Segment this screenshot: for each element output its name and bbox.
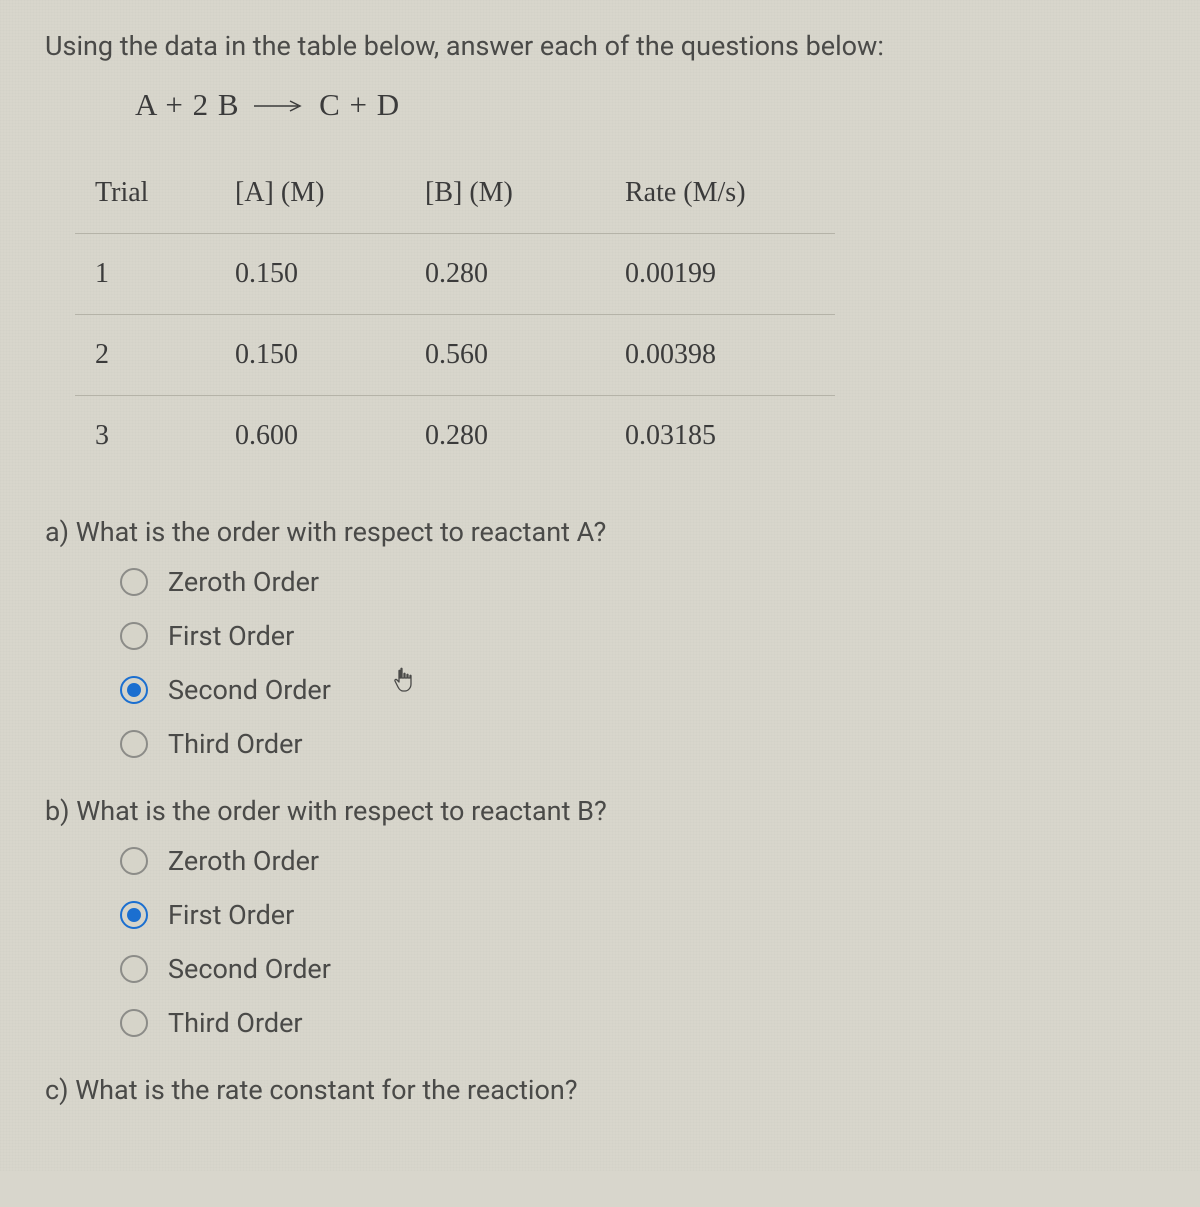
option-zeroth-order[interactable]: Zeroth Order <box>120 845 1155 877</box>
table-cell: 3 <box>75 396 225 477</box>
radio-icon <box>120 730 148 758</box>
question-b: b) What is the order with respect to rea… <box>45 795 1155 1039</box>
radio-icon <box>120 847 148 875</box>
question-b-text: b) What is the order with respect to rea… <box>45 795 1155 827</box>
table-row: 2 0.150 0.560 0.00398 <box>75 315 835 396</box>
option-second-order[interactable]: Second Order <box>120 953 1155 985</box>
option-second-order[interactable]: Second Order <box>120 674 1155 706</box>
option-zeroth-order[interactable]: Zeroth Order <box>120 566 1155 598</box>
table-header: [B] (M) <box>415 153 615 234</box>
table-cell: 0.00398 <box>615 315 835 396</box>
radio-icon <box>120 1009 148 1037</box>
table-cell: 0.03185 <box>615 396 835 477</box>
question-a-text: a) What is the order with respect to rea… <box>45 516 1155 548</box>
table-header-row: Trial [A] (M) [B] (M) Rate (M/s) <box>75 153 835 234</box>
option-third-order[interactable]: Third Order <box>120 728 1155 760</box>
arrow-icon <box>254 84 304 120</box>
radio-icon <box>120 676 148 704</box>
question-c-text: c) What is the rate constant for the rea… <box>45 1074 1155 1106</box>
table-cell: 0.00199 <box>615 234 835 315</box>
table-cell: 0.150 <box>225 234 415 315</box>
table-header: Trial <box>75 153 225 234</box>
radio-icon <box>120 901 148 929</box>
radio-icon <box>120 568 148 596</box>
question-a-options: Zeroth Order First Order Second Order Th… <box>120 566 1155 760</box>
table-cell: 0.600 <box>225 396 415 477</box>
equation-rhs: C + D <box>319 87 400 122</box>
option-label: First Order <box>168 620 294 652</box>
reaction-equation: A + 2 B C + D <box>135 87 1155 123</box>
question-a: a) What is the order with respect to rea… <box>45 516 1155 760</box>
table-cell: 0.280 <box>415 234 615 315</box>
radio-icon <box>120 622 148 650</box>
option-label: Third Order <box>168 728 303 760</box>
question-page: Using the data in the table below, answe… <box>0 0 1200 1171</box>
table-cell: 2 <box>75 315 225 396</box>
option-first-order[interactable]: First Order <box>120 899 1155 931</box>
option-first-order[interactable]: First Order <box>120 620 1155 652</box>
data-table: Trial [A] (M) [B] (M) Rate (M/s) 1 0.150… <box>75 153 835 476</box>
option-label: Zeroth Order <box>168 845 319 877</box>
option-third-order[interactable]: Third Order <box>120 1007 1155 1039</box>
question-c: c) What is the rate constant for the rea… <box>45 1074 1155 1106</box>
equation-lhs: A + 2 B <box>135 87 240 122</box>
table-row: 3 0.600 0.280 0.03185 <box>75 396 835 477</box>
option-label: Third Order <box>168 1007 303 1039</box>
table-row: 1 0.150 0.280 0.00199 <box>75 234 835 315</box>
table-cell: 0.560 <box>415 315 615 396</box>
intro-text: Using the data in the table below, answe… <box>45 30 1155 62</box>
table-cell: 0.150 <box>225 315 415 396</box>
table-header: [A] (M) <box>225 153 415 234</box>
question-b-options: Zeroth Order First Order Second Order Th… <box>120 845 1155 1039</box>
radio-icon <box>120 955 148 983</box>
table-cell: 1 <box>75 234 225 315</box>
table-cell: 0.280 <box>415 396 615 477</box>
option-label: Second Order <box>168 674 331 706</box>
option-label: Zeroth Order <box>168 566 319 598</box>
option-label: First Order <box>168 899 294 931</box>
option-label: Second Order <box>168 953 331 985</box>
table-header: Rate (M/s) <box>615 153 835 234</box>
